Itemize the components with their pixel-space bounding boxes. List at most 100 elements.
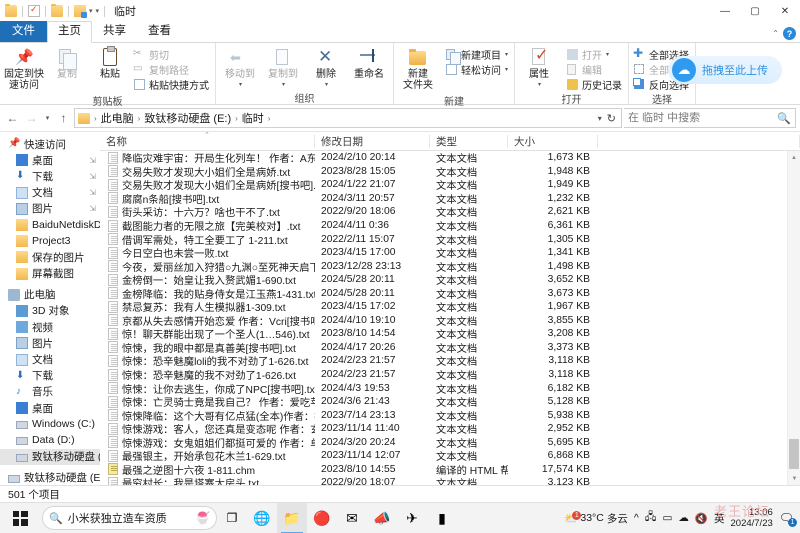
sidebar-item-3d-objects[interactable]: 3D 对象 — [0, 303, 100, 319]
cut-button[interactable]: ✂ 剪切 — [132, 47, 212, 62]
tab-share[interactable]: 共享 — [92, 22, 137, 42]
sidebar-item-screenshots[interactable]: 屏幕截图 — [0, 266, 100, 282]
table-row[interactable]: 交易失败才发现大小姐们全是病娇.txt 2023/8/28 15:05 文本文档 1,… — [100, 165, 800, 179]
sidebar-group-quick-access[interactable]: 📌 快速访问 — [0, 136, 100, 152]
folder-icon[interactable] — [5, 4, 17, 17]
breadcrumb-folder[interactable]: 临时 — [240, 110, 266, 126]
copy-button[interactable]: 复制 — [46, 45, 88, 83]
taskbar-file-explorer[interactable]: 📁 — [277, 502, 307, 533]
table-row[interactable]: 惊悚，我的眼中都是真善美[搜书吧].txt 2024/4/17 20:26 文本文档… — [100, 341, 800, 355]
help-icon[interactable]: ? — [783, 27, 796, 40]
table-row[interactable]: 惊悚降临：这个大哥有亿点猛(全本)作者：拘鼠…2023/7/14 23:13文本… — [100, 408, 800, 423]
tab-file[interactable]: 文件 — [0, 21, 47, 42]
copy-path-button[interactable]: ▭ 复制路径 — [132, 62, 212, 77]
sidebar-item-documents[interactable]: 文档 ⇲ — [0, 185, 100, 201]
column-header-size[interactable]: 大小 — [508, 132, 598, 151]
paste-button[interactable]: 粘贴 — [89, 45, 131, 83]
file-name-cell[interactable]: 最穷村长：我是塔寨大房头.txt — [100, 475, 315, 485]
up-button[interactable]: ↑ — [55, 108, 72, 128]
sidebar-item-project3[interactable]: Project3 — [0, 233, 100, 249]
show-hidden-icons-icon[interactable]: ^ — [634, 512, 639, 524]
properties-icon[interactable] — [28, 4, 40, 17]
sidebar-item-downloads-pc[interactable]: ⬇ 下载 — [0, 368, 100, 384]
open-button[interactable]: 打开 ▾ — [565, 47, 625, 62]
table-row[interactable]: 惊悚：让你去逃生，你成了NPC[搜书吧].txt 2024/4/3 19:53 文本… — [100, 381, 800, 396]
column-header-blank[interactable] — [598, 132, 800, 151]
edit-button[interactable]: 编辑 — [565, 62, 625, 77]
table-row[interactable]: 京都从失去感情开始恋爱 作者：Vcri[搜书吧].txt2024/4/10 19… — [100, 314, 800, 328]
back-button[interactable]: ← — [4, 108, 21, 128]
scroll-up-icon[interactable]: ▲ — [788, 151, 800, 164]
sidebar-item-documents-pc[interactable]: 文档 — [0, 351, 100, 367]
sidebar-item-data-d[interactable]: Data (D:) — [0, 432, 100, 448]
table-row[interactable]: 惊悚游戏：女鬼姐姐们都挺可爱的 作者：单身…2024/3/20 20:24文本文… — [100, 435, 800, 450]
taskbar-chrome[interactable]: 🔴 — [307, 503, 337, 533]
table-row[interactable]: 最强银主，开始承包花木兰1-629.txt 2023/11/14 12:07 文本文… — [100, 449, 800, 463]
table-row[interactable]: 最穷村长：我是塔寨大房头.txt 2022/9/20 18:07 文本文档 3,123… — [100, 476, 800, 485]
sidebar-item-desktop[interactable]: 桌面 ⇲ — [0, 152, 100, 168]
sidebar-group-this-pc[interactable]: 此电脑 — [0, 287, 100, 303]
taskbar-search[interactable]: 🔍 小米获独立造车资质 🍧 — [42, 506, 217, 530]
sidebar-item-videos[interactable]: 视频 — [0, 319, 100, 335]
new-item-button[interactable]: 新建项目 ▾ — [444, 47, 511, 65]
table-row[interactable]: 交易失败才发现大小姐们全是病娇[搜书吧].txt 2024/1/22 21:07 文… — [100, 178, 800, 192]
sidebar-group-drive-e[interactable]: 致钛移动硬盘 (E:) — [0, 470, 100, 485]
column-header-type[interactable]: 类型 — [430, 132, 508, 151]
search-input[interactable] — [628, 112, 778, 124]
minimize-button[interactable]: — — [710, 0, 740, 22]
chevron-down-icon[interactable]: ▾ — [505, 66, 508, 73]
chevron-down-icon[interactable]: ▾ — [598, 114, 602, 123]
chevron-down-icon[interactable]: ▾ — [89, 7, 93, 15]
table-row[interactable]: 惊悚：亡灵骑士竟是我自己？ 作者：爱吃苹果…2024/3/6 21:43文本文档… — [100, 395, 800, 409]
easy-access-button[interactable]: 轻松访问 ▾ — [444, 62, 511, 77]
sidebar-item-drive-e[interactable]: 致钛移动硬盘 (E:) — [0, 448, 100, 465]
breadcrumb-this-pc[interactable]: 此电脑 — [99, 110, 136, 126]
chevron-down-icon[interactable]: ▾ — [282, 81, 285, 88]
table-row[interactable]: 惊悚：恐辛魅魔的我不对劲了1-626.txt 2024/2/23 21:57 文本文… — [100, 368, 800, 382]
table-row[interactable]: 今夜，爱丽丝加入狩猎○九渊○至死神天启下2… 2023/12/28 23:13 文本… — [100, 259, 800, 274]
search-icon[interactable]: 🔍 — [777, 112, 791, 125]
sidebar-item-saved-pictures[interactable]: 保存的图片 — [0, 249, 100, 265]
close-button[interactable]: ✕ — [770, 0, 800, 22]
table-row[interactable]: 街头采访：十六万？啥也干不了.txt 2022/9/20 18:06 文本文档 2,6… — [100, 205, 800, 219]
taskbar-megaphone[interactable]: 📣 — [367, 503, 397, 533]
tab-view[interactable]: 查看 — [137, 22, 182, 42]
table-row[interactable]: 今日空白也未尝一败.txt 2023/4/15 17:00 文本文档 1,341 KB — [100, 246, 800, 260]
taskbar-task-view[interactable]: ❐ — [217, 503, 247, 533]
tab-home[interactable]: 主页 — [47, 21, 92, 43]
chevron-down-icon[interactable]: ▾ — [325, 81, 328, 88]
properties-button[interactable]: 属性 ▾ — [518, 45, 560, 90]
sidebar-item-music[interactable]: ♪ 音乐 — [0, 384, 100, 400]
cloud-tray-icon[interactable]: ☁ — [678, 512, 689, 524]
recent-locations-icon[interactable]: ▾ — [42, 108, 53, 128]
column-header-name[interactable]: 名称 ⌃ — [100, 132, 315, 151]
scroll-down-icon[interactable]: ▼ — [788, 472, 800, 485]
sidebar-item-windows-c[interactable]: Windows (C:) — [0, 416, 100, 432]
start-button[interactable] — [0, 503, 40, 533]
weather-widget[interactable]: ⛅ 1 33°C 多云 — [564, 510, 628, 526]
breadcrumb[interactable]: › 此电脑 › 致钛移动硬盘 (E:) › 临时 › ▾ ↻ — [74, 108, 622, 128]
vertical-scrollbar[interactable]: ▲ ▼ — [787, 151, 800, 485]
table-row[interactable]: 惊悚游戏：客人，您还真是变态呢 作者：玄幻…2023/11/14 11:40文本… — [100, 422, 800, 436]
table-row[interactable]: 金榜降临：我的贴身侍女是江玉燕1-431.txt 2024/5/28 20:11 文… — [100, 286, 800, 301]
notification-center-icon[interactable]: 🗨 1 — [779, 511, 797, 527]
paste-shortcut-button[interactable]: 粘贴快捷方式 — [132, 77, 212, 92]
table-row[interactable]: 腐腐n条船[搜书吧].txt 2024/3/11 20:57 文本文档 1,232 K… — [100, 192, 800, 206]
table-row[interactable]: 借调军需处，特工全要工了 1-211.txt 2022/2/11 15:07 文本文… — [100, 232, 800, 247]
taskbar-edge[interactable]: 🌐 — [247, 503, 277, 533]
table-row[interactable]: 惊！聊天群能出现了一个圣人(1…546).txt 2023/8/10 14:54 文… — [100, 327, 800, 341]
chevron-down-icon[interactable]: ▾ — [538, 81, 541, 88]
sidebar-item-downloads[interactable]: ⬇ 下载 ⇲ — [0, 168, 100, 184]
sidebar-item-pictures-pc[interactable]: 图片 — [0, 335, 100, 351]
table-row[interactable]: 禁忌复苏：我有人生模拟器1-309.txt 2023/4/15 17:02 文本文档… — [100, 300, 800, 314]
battery-tray-icon[interactable]: ▭ — [663, 512, 673, 524]
refresh-icon[interactable]: ↻ — [607, 112, 616, 125]
maximize-button[interactable]: ▢ — [740, 0, 770, 22]
new-folder-button[interactable]: 新建 文件夹 — [397, 45, 439, 93]
sidebar-item-pictures[interactable]: 图片 ⇲ — [0, 201, 100, 217]
breadcrumb-drive[interactable]: 致钛移动硬盘 (E:) — [142, 110, 233, 126]
delete-button[interactable]: 删除 ▾ — [305, 45, 347, 90]
sidebar-item-baidunetdisk[interactable]: BaiduNetdiskDownloa — [0, 217, 100, 233]
pin-to-quick-access-button[interactable]: 固定到快 速访问 — [3, 45, 45, 93]
search-box[interactable]: 🔍 — [624, 108, 796, 128]
